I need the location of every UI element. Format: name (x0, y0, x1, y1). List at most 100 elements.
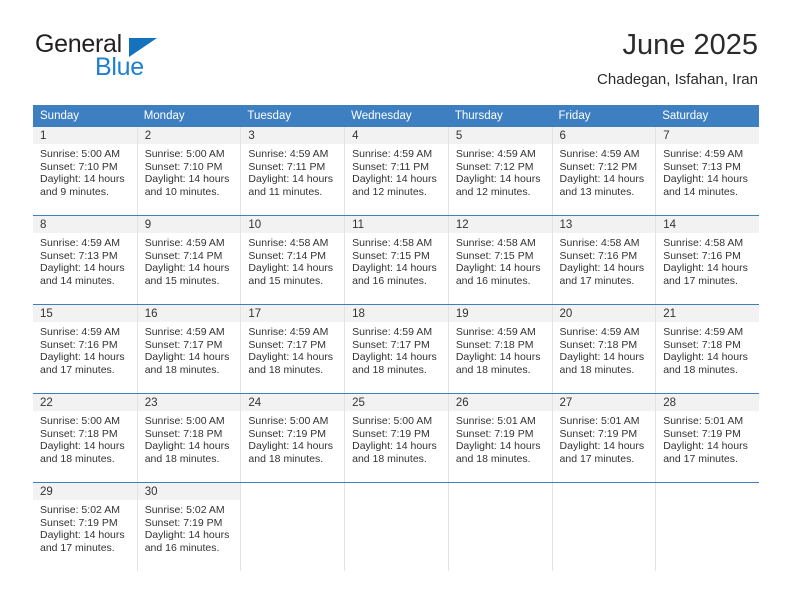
daylight-text-line1: Daylight: 14 hours (559, 262, 645, 275)
day-details: Sunrise: 5:00 AM Sunset: 7:18 PM Daylight:… (138, 411, 241, 465)
day-cell[interactable]: 24 Sunrise: 5:00 AM Sunset: 7:19 PM Dayligh… (240, 394, 345, 482)
calendar-cell: 7 Sunrise: 4:59 AM Sunset: 7:13 PM Daylight… (655, 127, 759, 216)
day-cell[interactable]: 2 Sunrise: 5:00 AM Sunset: 7:10 PM Daylight… (136, 127, 241, 215)
calendar-cell: 14 Sunrise: 4:58 AM Sunset: 7:16 PM Dayligh… (655, 215, 759, 305)
sunset-text: Sunset: 7:17 PM (248, 338, 327, 351)
daylight-text-line1: Daylight: 14 hours (248, 262, 334, 275)
day-cell[interactable]: 25 Sunrise: 5:00 AM Sunset: 7:19 PM Dayligh… (344, 394, 448, 482)
day-cell[interactable]: 14 Sunrise: 4:58 AM Sunset: 7:16 PM Dayligh… (655, 216, 759, 304)
sunrise-text: Sunrise: 5:01 AM (663, 415, 744, 427)
daylight-text-line2: and 17 minutes. (663, 274, 738, 287)
day-cell[interactable]: 10 Sunrise: 4:58 AM Sunset: 7:14 PM Dayligh… (240, 216, 345, 304)
daylight-text-line2: and 18 minutes. (455, 363, 531, 376)
sunrise-text: Sunrise: 4:58 AM (352, 237, 433, 249)
general-blue-logo[interactable]: General Blue (33, 28, 293, 84)
sunrise-text: Sunrise: 4:59 AM (40, 326, 120, 338)
day-number: 25 (345, 394, 448, 411)
day-cell[interactable]: 29 Sunrise: 5:02 AM Sunset: 7:19 PM Dayligh… (33, 483, 137, 571)
day-cell[interactable]: 23 Sunrise: 5:00 AM Sunset: 7:18 PM Dayligh… (136, 394, 241, 482)
calendar-header-row: Sunday Monday Tuesday Wednesday Thursday Frid… (33, 105, 759, 127)
day-details (553, 500, 656, 504)
sunset-text: Sunset: 7:19 PM (352, 427, 430, 440)
calendar-week-row: 1 Sunrise: 5:00 AM Sunset: 7:10 PM Daylight… (33, 127, 759, 216)
calendar-cell: 27 Sunrise: 5:01 AM Sunset: 7:19 PM Dayligh… (551, 393, 656, 483)
calendar-cell: 17 Sunrise: 4:59 AM Sunset: 7:17 PM Dayligh… (240, 304, 345, 394)
day-details: Sunrise: 4:58 AM Sunset: 7:15 PM Daylight:… (449, 233, 552, 287)
daylight-text-line2: and 18 minutes. (40, 452, 115, 465)
daylight-text-line2: and 17 minutes. (559, 274, 635, 287)
calendar-cell: 1 Sunrise: 5:00 AM Sunset: 7:10 PM Daylight… (33, 127, 137, 216)
day-cell[interactable]: 13 Sunrise: 4:58 AM Sunset: 7:16 PM Dayligh… (551, 216, 656, 304)
daylight-text-line2: and 15 minutes. (248, 274, 324, 287)
title-block: June 2025 Chadegan, Isfahan, Iran (597, 28, 758, 89)
sunrise-text: Sunrise: 4:59 AM (559, 326, 640, 338)
day-cell[interactable]: 16 Sunrise: 4:59 AM Sunset: 7:17 PM Dayligh… (136, 305, 241, 393)
sunset-text: Sunset: 7:18 PM (663, 338, 741, 351)
sunset-text: Sunset: 7:19 PM (559, 427, 638, 440)
daylight-text-line1: Daylight: 14 hours (144, 440, 230, 453)
day-cell[interactable]: 12 Sunrise: 4:58 AM Sunset: 7:15 PM Dayligh… (447, 216, 552, 304)
sunrise-text: Sunrise: 4:59 AM (352, 148, 433, 160)
sunrise-text: Sunrise: 4:59 AM (663, 326, 744, 338)
day-cell[interactable]: 1 Sunrise: 5:00 AM Sunset: 7:10 PM Daylight… (33, 127, 137, 215)
day-cell[interactable]: 27 Sunrise: 5:01 AM Sunset: 7:19 PM Dayligh… (551, 394, 656, 482)
sunrise-text: Sunrise: 4:59 AM (144, 326, 225, 338)
calendar-cell: 30 Sunrise: 5:02 AM Sunset: 7:19 PM Dayligh… (136, 482, 241, 571)
day-cell[interactable]: 9 Sunrise: 4:59 AM Sunset: 7:14 PM Daylight… (136, 216, 241, 304)
sunrise-text: Sunrise: 5:00 AM (144, 415, 225, 427)
day-cell[interactable]: 7 Sunrise: 4:59 AM Sunset: 7:13 PM Daylight… (655, 127, 759, 215)
calendar-cell: 24 Sunrise: 5:00 AM Sunset: 7:19 PM Dayligh… (240, 393, 345, 483)
day-cell[interactable]: 20 Sunrise: 4:59 AM Sunset: 7:18 PM Dayligh… (551, 305, 656, 393)
daylight-text-line1: Daylight: 14 hours (40, 351, 125, 364)
calendar-week-row: 8 Sunrise: 4:59 AM Sunset: 7:13 PM Daylight… (33, 215, 759, 305)
day-cell[interactable]: 15 Sunrise: 4:59 AM Sunset: 7:16 PM Dayligh… (33, 305, 137, 393)
day-cell[interactable]: 4 Sunrise: 4:59 AM Sunset: 7:11 PM Daylight… (344, 127, 448, 215)
sunset-text: Sunset: 7:17 PM (352, 338, 430, 351)
day-number: 23 (137, 394, 241, 411)
calendar-cell: 2 Sunrise: 5:00 AM Sunset: 7:10 PM Daylight… (136, 127, 241, 216)
sunset-text: Sunset: 7:17 PM (144, 338, 223, 351)
day-details: Sunrise: 4:58 AM Sunset: 7:15 PM Daylight:… (345, 233, 448, 287)
calendar-week-row: 15 Sunrise: 4:59 AM Sunset: 7:16 PM Dayligh… (33, 304, 759, 394)
day-cell[interactable]: 3 Sunrise: 4:59 AM Sunset: 7:11 PM Daylight… (240, 127, 345, 215)
day-cell[interactable]: 6 Sunrise: 4:59 AM Sunset: 7:12 PM Daylight… (551, 127, 656, 215)
day-cell[interactable]: 22 Sunrise: 5:00 AM Sunset: 7:18 PM Dayligh… (33, 394, 137, 482)
day-number: 1 (33, 127, 137, 144)
day-cell[interactable]: 11 Sunrise: 4:58 AM Sunset: 7:15 PM Dayligh… (344, 216, 448, 304)
sunrise-text: Sunrise: 4:58 AM (559, 237, 640, 249)
daylight-text-line2: and 17 minutes. (559, 452, 635, 465)
day-cell[interactable]: 5 Sunrise: 4:59 AM Sunset: 7:12 PM Daylight… (447, 127, 552, 215)
day-number: 24 (241, 394, 345, 411)
daylight-text-line2: and 14 minutes. (40, 274, 115, 287)
daylight-text-line1: Daylight: 14 hours (144, 529, 230, 542)
day-details: Sunrise: 4:59 AM Sunset: 7:17 PM Daylight:… (138, 322, 241, 376)
day-cell[interactable]: 8 Sunrise: 4:59 AM Sunset: 7:13 PM Daylight… (33, 216, 137, 304)
calendar-cell: 3 Sunrise: 4:59 AM Sunset: 7:11 PM Daylight… (240, 127, 345, 216)
sunset-text: Sunset: 7:19 PM (248, 427, 327, 440)
sunset-text: Sunset: 7:12 PM (455, 160, 534, 173)
day-cell[interactable]: 30 Sunrise: 5:02 AM Sunset: 7:19 PM Dayligh… (136, 483, 241, 571)
calendar-cell (551, 482, 656, 571)
sunset-text: Sunset: 7:16 PM (40, 338, 118, 351)
day-details: Sunrise: 5:01 AM Sunset: 7:19 PM Daylight:… (656, 411, 759, 465)
daylight-text-line1: Daylight: 14 hours (144, 351, 230, 364)
page-subtitle: Chadegan, Isfahan, Iran (597, 71, 758, 88)
day-cell[interactable]: 28 Sunrise: 5:01 AM Sunset: 7:19 PM Dayligh… (655, 394, 759, 482)
sunrise-text: Sunrise: 4:58 AM (248, 237, 329, 249)
day-cell[interactable]: 26 Sunrise: 5:01 AM Sunset: 7:19 PM Dayligh… (447, 394, 552, 482)
calendar-cell: 5 Sunrise: 4:59 AM Sunset: 7:12 PM Daylight… (447, 127, 552, 216)
sunrise-text: Sunrise: 4:59 AM (40, 237, 120, 249)
calendar-cell: 19 Sunrise: 4:59 AM Sunset: 7:18 PM Dayligh… (447, 304, 552, 394)
day-cell[interactable]: 17 Sunrise: 4:59 AM Sunset: 7:17 PM Dayligh… (240, 305, 345, 393)
day-number: 4 (345, 127, 448, 144)
sunrise-text: Sunrise: 5:00 AM (40, 148, 120, 160)
day-details: Sunrise: 4:59 AM Sunset: 7:17 PM Daylight:… (345, 322, 448, 376)
calendar-body: 1 Sunrise: 5:00 AM Sunset: 7:10 PM Daylight… (33, 127, 759, 571)
day-cell[interactable]: 21 Sunrise: 4:59 AM Sunset: 7:18 PM Dayligh… (655, 305, 759, 393)
calendar-cell (655, 482, 759, 571)
day-number: 10 (241, 216, 345, 233)
daylight-text-line2: and 12 minutes. (455, 185, 531, 198)
sunrise-text: Sunrise: 4:59 AM (248, 326, 329, 338)
day-cell[interactable]: 19 Sunrise: 4:59 AM Sunset: 7:18 PM Dayligh… (447, 305, 552, 393)
day-cell[interactable]: 18 Sunrise: 4:59 AM Sunset: 7:17 PM Dayligh… (344, 305, 448, 393)
